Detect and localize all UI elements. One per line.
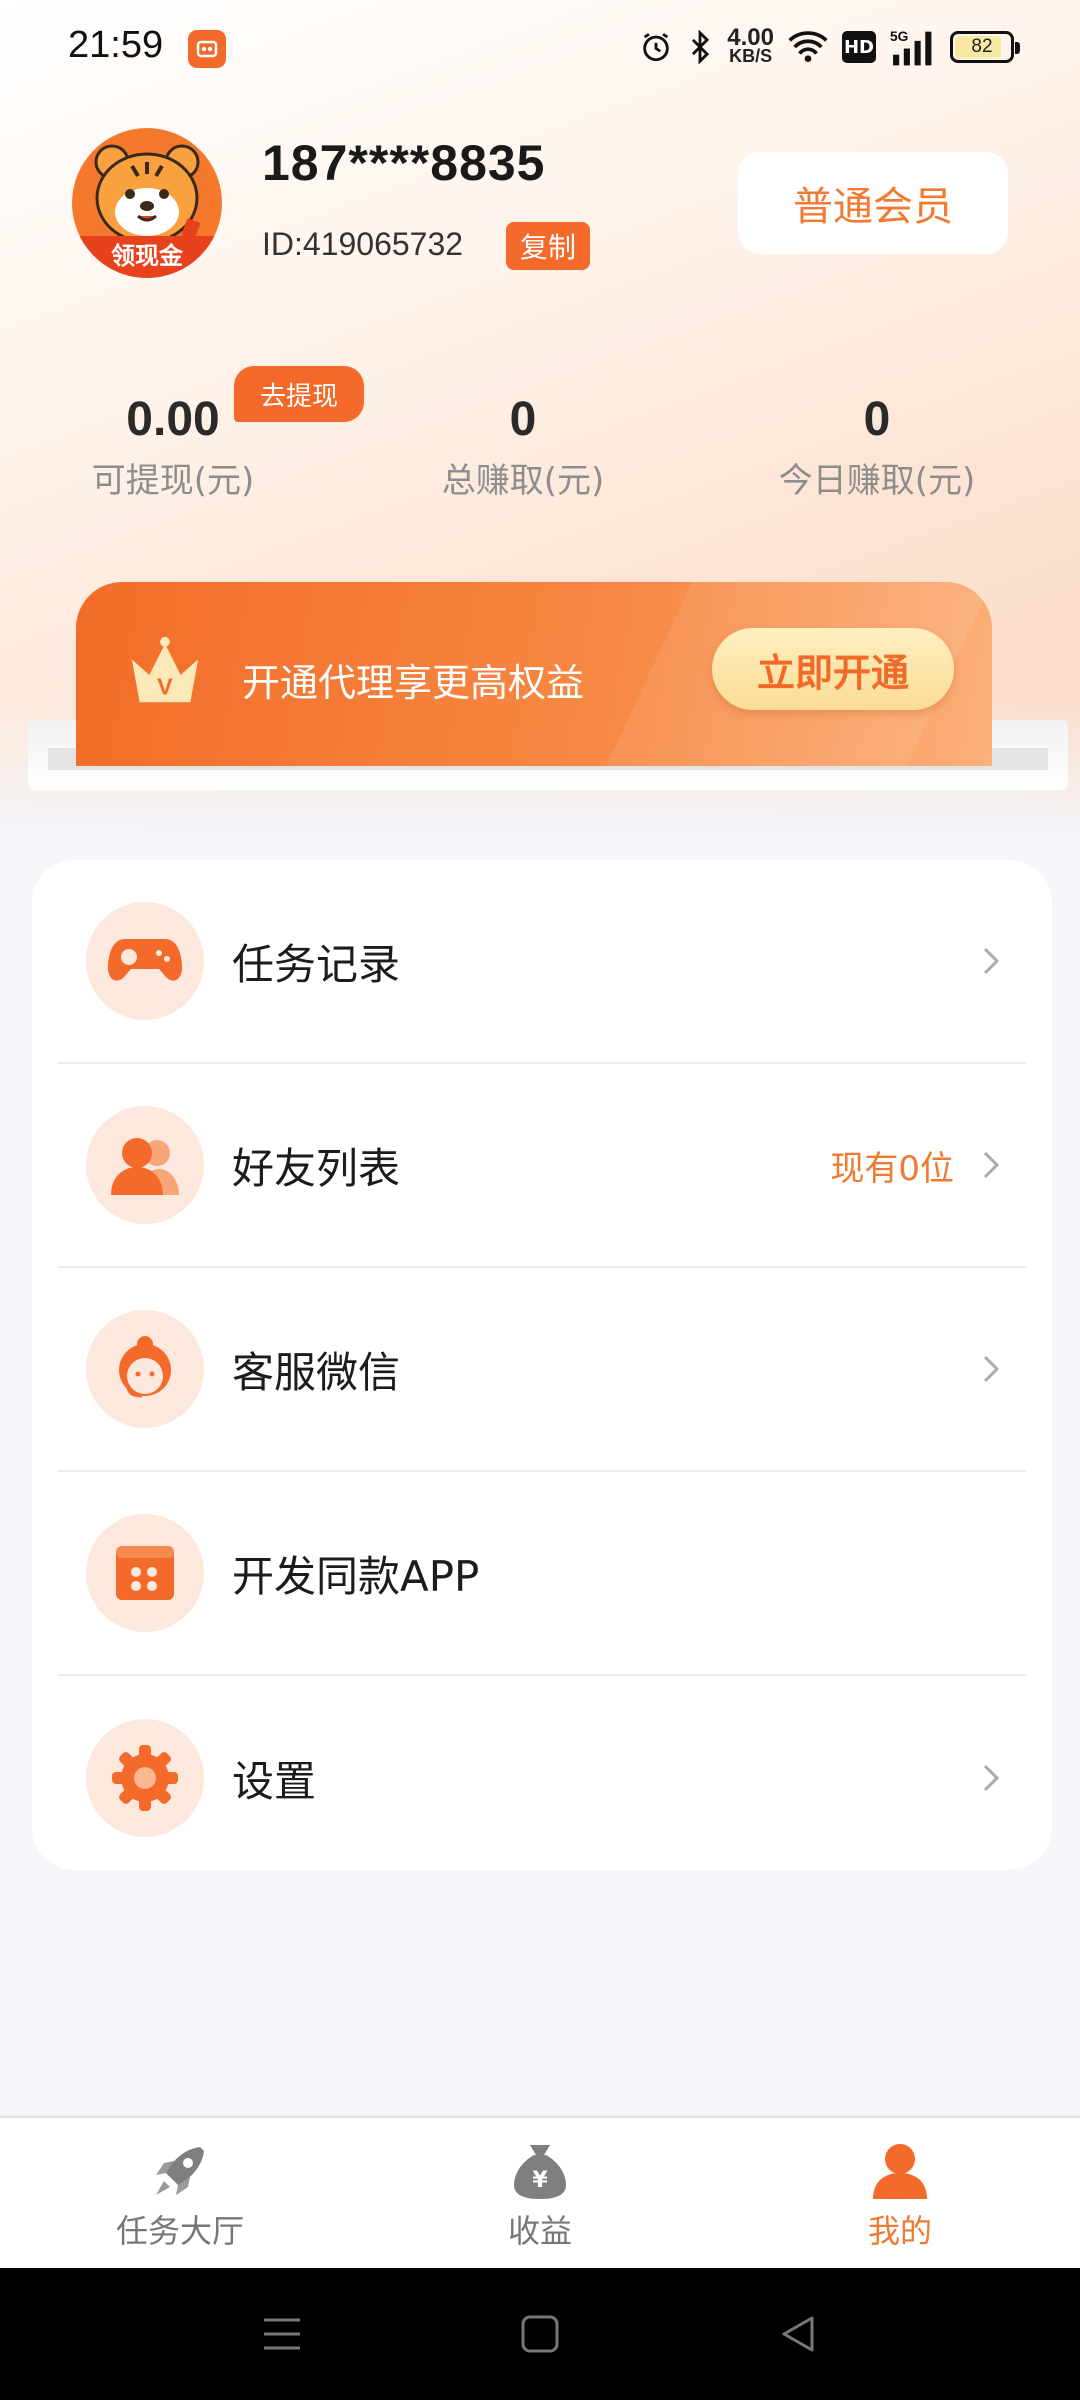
menu-item-label: 好友列表 <box>232 1143 401 1193</box>
alarm-icon <box>639 30 673 64</box>
banner-text: 开通代理享更高权益 <box>242 661 585 705</box>
avatar[interactable]: 领现金 <box>72 128 222 278</box>
stat-value: 0 <box>863 393 891 446</box>
stat-label: 今日赚取(元) <box>778 461 976 501</box>
svg-text:¥: ¥ <box>532 2168 548 2193</box>
withdraw-button[interactable]: 去提现 <box>234 366 364 422</box>
menu-card: 任务记录 好友列表 现有0位 客服微信 开发同款APP 设置 <box>32 860 1052 1870</box>
menu-item-develop-app[interactable]: 开发同款APP <box>58 1472 1026 1676</box>
hd-indicator: HD <box>842 31 876 63</box>
wifi-icon <box>788 30 828 64</box>
svg-text:5G: 5G <box>890 29 908 44</box>
network-speed: 4.00 KB/S <box>727 24 774 66</box>
battery-indicator: 82 <box>950 31 1020 63</box>
open-now-button[interactable]: 立即开通 <box>712 628 954 710</box>
menu-item-customer-wechat[interactable]: 客服微信 <box>58 1268 1026 1472</box>
agent-upgrade-banner[interactable]: V 开通代理享更高权益 立即开通 <box>76 582 992 766</box>
friends-icon <box>86 1106 204 1224</box>
cellular-signal-icon: 5G <box>890 27 936 67</box>
menu-item-friends-list[interactable]: 好友列表 现有0位 <box>58 1064 1026 1268</box>
menu-item-settings[interactable]: 设置 <box>58 1676 1026 1880</box>
tab-label: 任务大厅 <box>115 2212 244 2250</box>
rocket-icon <box>80 2140 280 2202</box>
tab-label: 收益 <box>507 2212 572 2250</box>
home-icon[interactable] <box>510 2308 570 2360</box>
tab-label: 我的 <box>867 2212 932 2250</box>
chevron-right-icon <box>976 1349 1006 1389</box>
menu-item-label: 开发同款APP <box>232 1551 480 1601</box>
user-id: ID:419065732 <box>262 226 464 262</box>
copy-id-button[interactable]: 复制 <box>506 222 590 270</box>
notification-app-icon <box>188 30 226 68</box>
crown-icon: V <box>131 636 199 703</box>
stat-label: 可提现(元) <box>91 461 255 501</box>
money-bag-icon: ¥ <box>440 2140 640 2202</box>
svg-text:V: V <box>157 673 173 699</box>
gamepad-icon <box>86 902 204 1020</box>
membership-level-button[interactable]: 普通会员 <box>738 152 1008 254</box>
stat-total-earned: 0 总赚取(元) <box>373 392 673 502</box>
status-time: 21:59 <box>68 24 164 66</box>
chevron-right-icon <box>976 1145 1006 1185</box>
stat-value: 0 <box>509 393 537 446</box>
bottom-navigation: 任务大厅 ¥ 收益 我的 <box>0 2116 1080 2268</box>
back-icon[interactable] <box>768 2308 828 2360</box>
tab-task-hall[interactable]: 任务大厅 <box>80 2140 280 2252</box>
menu-item-label: 客服微信 <box>232 1347 401 1397</box>
chevron-right-icon <box>976 1758 1006 1798</box>
gear-icon <box>86 1719 204 1837</box>
tab-mine[interactable]: 我的 <box>800 2140 1000 2252</box>
menu-item-label: 任务记录 <box>232 939 401 989</box>
bluetooth-icon <box>687 30 713 64</box>
tab-earnings[interactable]: ¥ 收益 <box>440 2140 640 2252</box>
menu-item-task-records[interactable]: 任务记录 <box>58 860 1026 1064</box>
chevron-right-icon <box>976 941 1006 981</box>
user-phone: 187****8835 <box>262 135 546 191</box>
user-icon <box>800 2140 1000 2202</box>
recent-apps-icon[interactable] <box>252 2308 312 2360</box>
avatar-badge: 领现金 <box>72 236 222 278</box>
customer-service-icon <box>86 1310 204 1428</box>
friends-count: 现有0位 <box>830 1148 954 1189</box>
status-bar: 21:59 4.00 KB/S HD 5G 82 <box>0 0 1080 96</box>
app-grid-icon <box>86 1514 204 1632</box>
stat-today-earned: 0 今日赚取(元) <box>727 392 1027 502</box>
system-navigation-bar <box>0 2268 1080 2400</box>
stat-label: 总赚取(元) <box>441 461 605 501</box>
menu-item-label: 设置 <box>232 1756 317 1806</box>
